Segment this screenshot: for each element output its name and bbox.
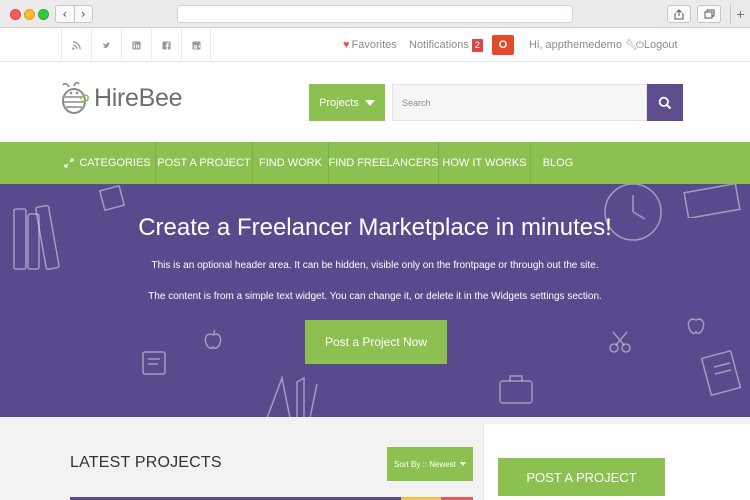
maximize-window-button[interactable] [38, 9, 49, 20]
greeting-label: Hi, appthemedemo [529, 39, 622, 51]
hero-title: Create a Freelancer Marketplace in minut… [138, 214, 612, 241]
logo-text: HireBee [94, 83, 183, 112]
account-link[interactable]: Hi, appthemedemo 🔧︎ [529, 39, 638, 51]
site-header: HireBee Projects [0, 63, 750, 142]
nav-item-how-it-works[interactable]: HOW IT WORKS [439, 142, 531, 184]
chevron-down-icon [364, 99, 375, 106]
google-plus-icon[interactable]: g+ [181, 29, 211, 62]
twitter-icon[interactable] [91, 29, 121, 62]
favorites-label: Favorites [351, 39, 397, 51]
browser-toolbar: ‹ › + [0, 0, 750, 28]
logout-label: Logout [643, 39, 678, 51]
note-icon [98, 184, 126, 212]
address-bar[interactable] [177, 5, 573, 23]
tabs-overview-icon[interactable] [697, 5, 721, 23]
notifications-badge: 2 [471, 39, 483, 52]
facebook-icon[interactable] [151, 29, 181, 62]
power-icon: ⏻ [636, 40, 644, 51]
logo[interactable]: HireBee [60, 81, 183, 115]
apple-icon [204, 329, 222, 349]
office-app-icon[interactable]: O [492, 35, 514, 55]
briefcase-icon [499, 375, 533, 404]
nav-item-find-freelancers[interactable]: FIND FREELANCERS [328, 142, 439, 184]
hero-banner: Create a Freelancer Marketplace in minut… [0, 184, 750, 417]
apple-icon-2 [687, 318, 705, 334]
back-icon[interactable]: ‹ [56, 6, 75, 22]
linkedin-icon[interactable] [121, 29, 151, 62]
bee-logo-icon [62, 81, 89, 114]
nav-label: CATEGORIES [79, 157, 151, 169]
expand-arrows-icon [64, 158, 74, 168]
heart-icon: ♥ [343, 39, 350, 51]
document-icon [700, 349, 742, 397]
svg-text:g+: g+ [193, 44, 201, 50]
top-bar: g+ ♥ Favorites Notifications 2 Hi, appthem… [0, 29, 750, 62]
rss-icon[interactable] [61, 29, 91, 62]
search-button[interactable] [647, 84, 683, 121]
sticky-note-icon [142, 351, 166, 375]
sort-dropdown[interactable]: Sort By :: Newest [387, 447, 473, 481]
search-input[interactable] [392, 84, 647, 121]
nav-label: FIND WORK [259, 157, 322, 169]
post-project-now-button[interactable]: Post a Project Now [305, 320, 447, 364]
notifications-link[interactable]: Notifications 2 [409, 39, 483, 52]
nav-label: BLOG [542, 157, 574, 169]
share-icon[interactable] [667, 5, 691, 23]
nav-item-post-project[interactable]: POST A PROJECT [156, 142, 253, 184]
nav-label: POST A PROJECT [157, 157, 251, 169]
favorites-link[interactable]: ♥ Favorites [343, 39, 397, 51]
nav-item-find-work[interactable]: FIND WORK [253, 142, 329, 184]
nav-item-categories[interactable]: CATEGORIES [60, 142, 156, 184]
rulers-icon [266, 375, 318, 417]
chevron-down-icon [459, 462, 466, 466]
nav-label: FIND FREELANCERS [328, 157, 439, 169]
main-navigation: CATEGORIES POST A PROJECT FIND WORK FIND… [0, 142, 750, 184]
sidebar-post-project-button[interactable]: POST A PROJECT [498, 458, 665, 496]
logout-link[interactable]: ⏻Logout [636, 39, 678, 51]
notifications-label: Notifications [409, 39, 469, 51]
projects-dropdown-button[interactable]: Projects [309, 84, 385, 121]
sort-label: Sort By :: Newest [394, 459, 456, 469]
nav-label: HOW IT WORKS [442, 157, 527, 169]
latest-projects-heading: LATEST PROJECTS [70, 454, 222, 471]
nav-item-blog[interactable]: BLOG [531, 142, 585, 184]
minimize-window-button[interactable] [24, 9, 35, 20]
search-icon [658, 96, 672, 109]
forward-icon[interactable]: › [75, 6, 93, 22]
hero-text-line: This is an optional header area. It can … [151, 260, 599, 271]
new-tab-icon[interactable]: + [730, 4, 750, 24]
envelope-icon [683, 184, 741, 218]
close-window-button[interactable] [10, 9, 21, 20]
history-nav: ‹ › [55, 5, 93, 23]
projects-button-label: Projects [319, 96, 359, 109]
scissors-icon [609, 331, 631, 353]
hero-text-line: The content is from a simple text widget… [148, 291, 602, 302]
